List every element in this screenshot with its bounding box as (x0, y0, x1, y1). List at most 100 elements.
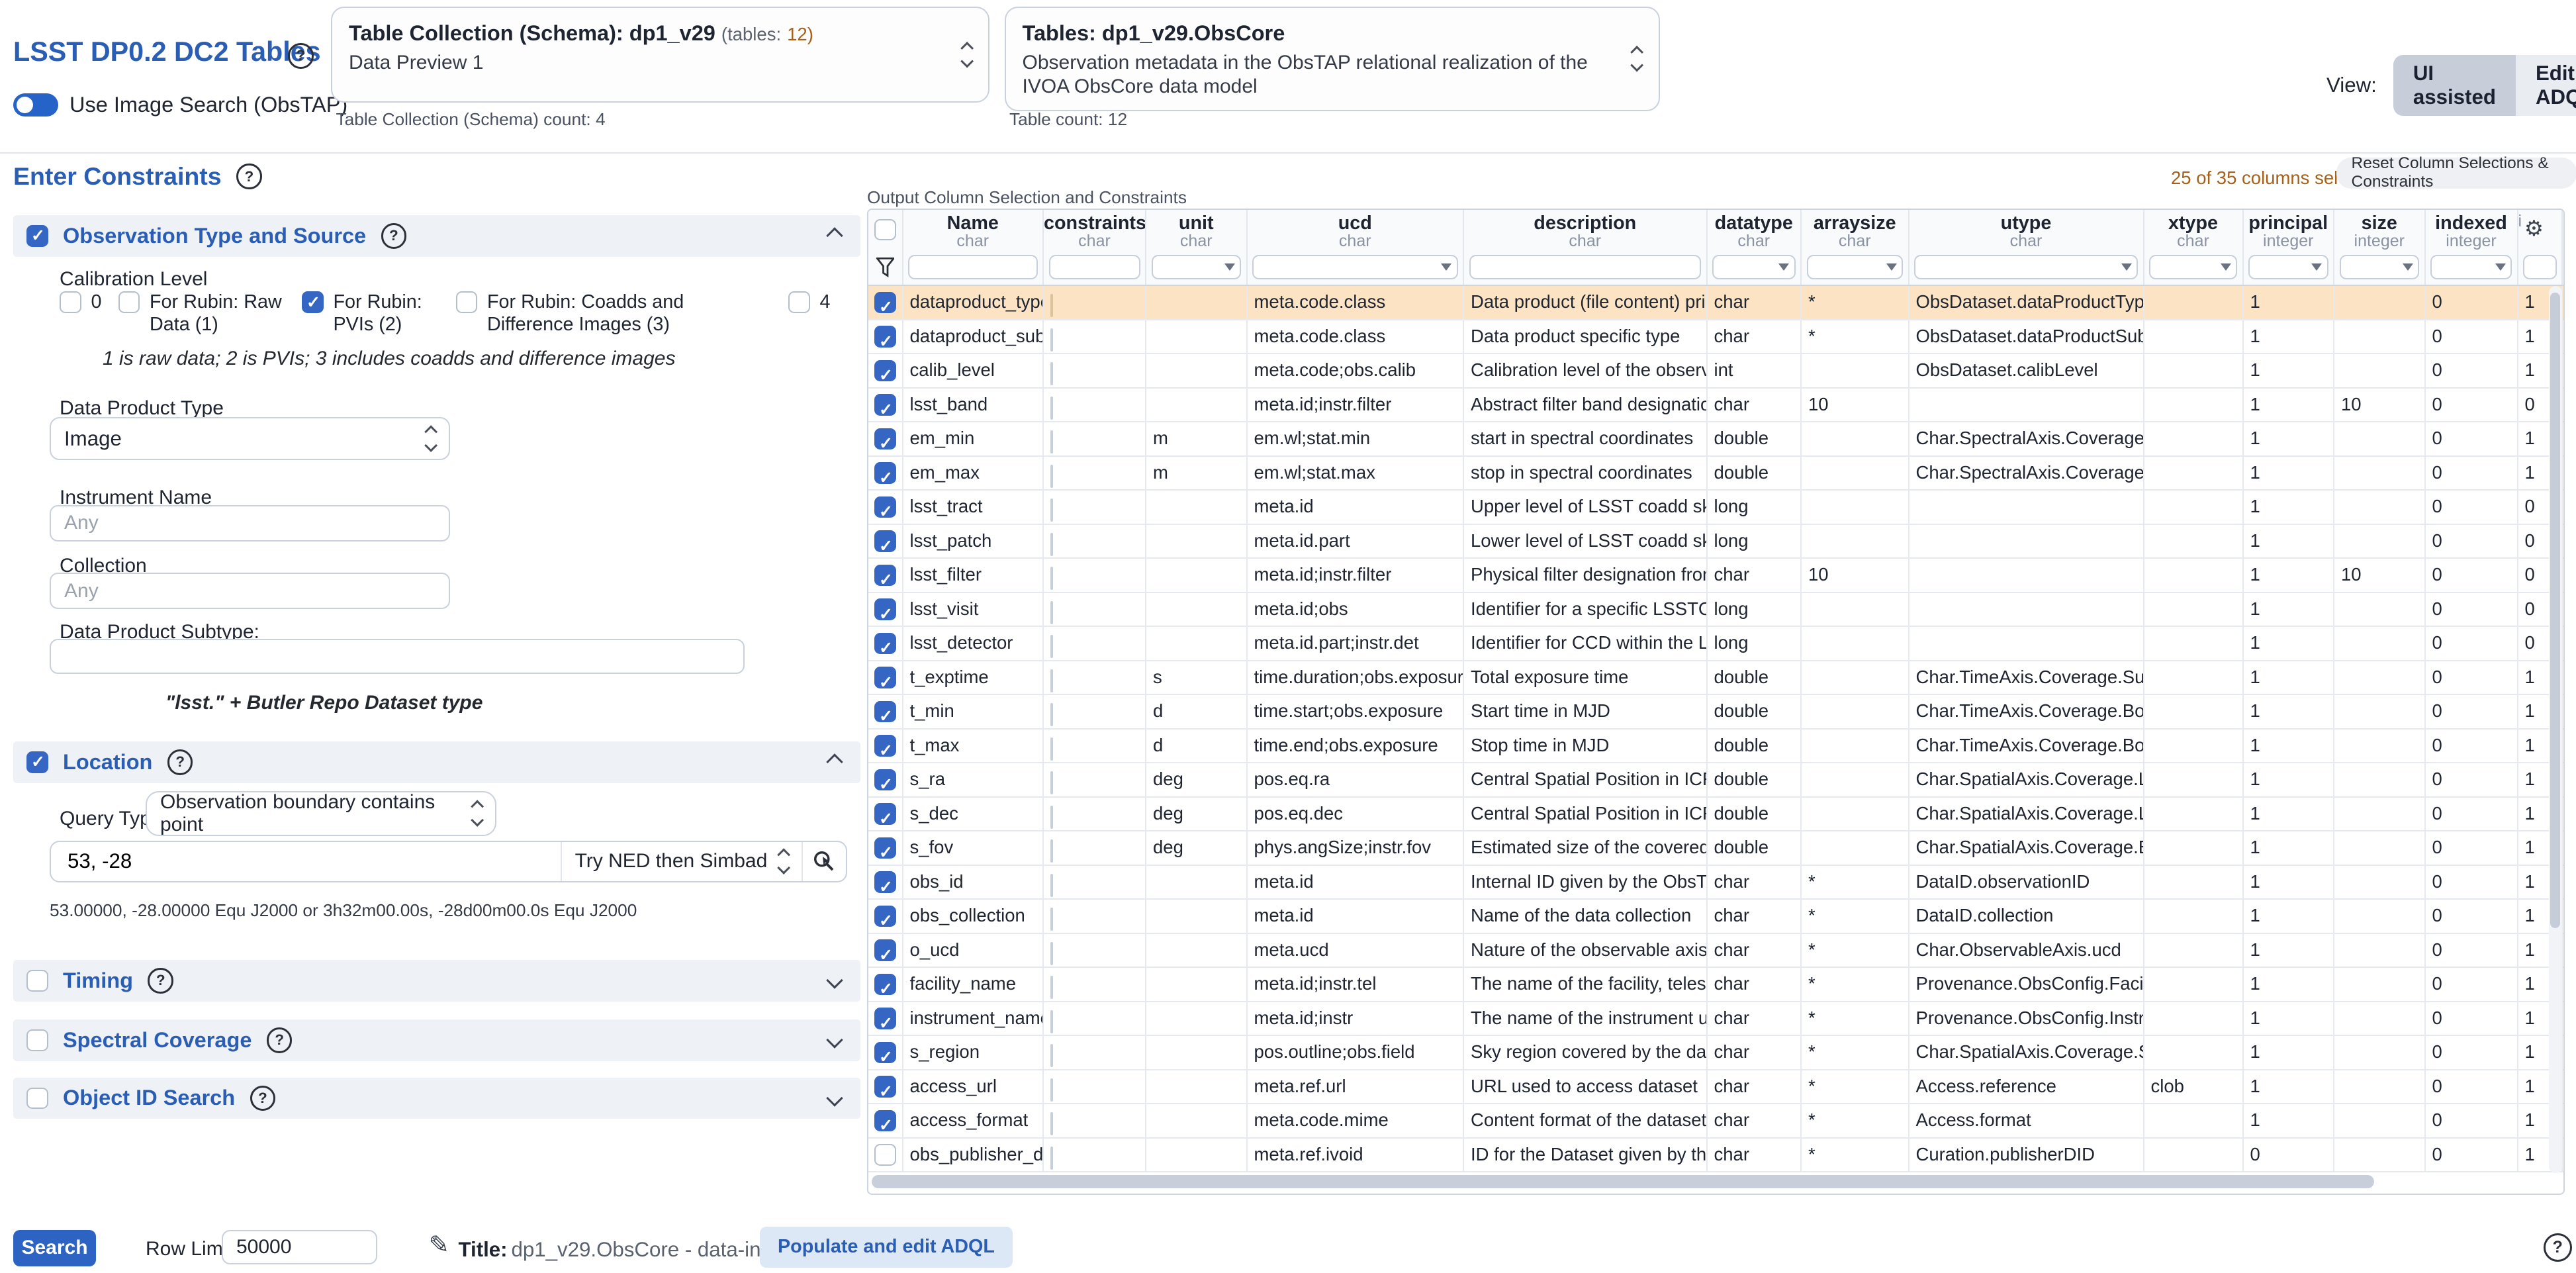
row-checkbox[interactable] (874, 1008, 896, 1029)
row-checkbox[interactable] (874, 428, 896, 450)
row-checkbox[interactable] (874, 974, 896, 996)
constraint-input[interactable] (1050, 294, 1053, 317)
row-checkbox[interactable] (874, 667, 896, 688)
calib-option-checkbox[interactable] (302, 291, 324, 313)
row-checkbox[interactable] (874, 292, 896, 314)
section-observation-type[interactable]: Observation Type and Source (13, 215, 860, 257)
row-checkbox[interactable] (874, 598, 896, 620)
column-header-indexed[interactable]: indexedinteger (2426, 210, 2518, 250)
horizontal-scrollbar-thumb[interactable] (872, 1175, 2374, 1188)
row-checkbox[interactable] (874, 496, 896, 518)
calib-option[interactable]: 4 (788, 291, 831, 314)
constraint-input[interactable] (1050, 1147, 1053, 1170)
filter-xtype[interactable] (2149, 255, 2237, 280)
constraint-input[interactable] (1050, 465, 1053, 488)
row-checkbox[interactable] (874, 939, 896, 961)
row-checkbox[interactable] (874, 906, 896, 927)
section-timing-checkbox[interactable] (26, 970, 48, 992)
row-checkbox[interactable] (874, 326, 896, 348)
position-input[interactable] (51, 849, 561, 873)
table-select-arrows-icon[interactable] (1632, 47, 1641, 70)
column-header-principal[interactable]: principalinteger (2244, 210, 2335, 250)
constraint-input[interactable] (1050, 1044, 1053, 1067)
calib-option-checkbox[interactable] (788, 291, 810, 313)
constraint-input[interactable] (1050, 806, 1053, 829)
section-observation-collapse-icon[interactable] (826, 228, 843, 244)
section-timing-expand-icon[interactable] (826, 972, 843, 989)
filter-datatype[interactable] (1712, 255, 1796, 280)
edit-title-pencil-icon[interactable]: ✎ (429, 1230, 449, 1259)
constraint-input[interactable] (1050, 1010, 1053, 1033)
data-product-type-select[interactable]: Image (50, 417, 450, 460)
constraint-input[interactable] (1050, 362, 1053, 385)
table-select[interactable]: Tables: dp1_v29.ObsCore Observation meta… (1005, 7, 1660, 111)
filter-arraysize[interactable] (1807, 255, 1904, 280)
section-objectid-help-icon[interactable] (250, 1086, 276, 1111)
constraint-input[interactable] (1050, 397, 1053, 420)
row-checkbox[interactable] (874, 803, 896, 825)
section-spectral-checkbox[interactable] (26, 1029, 48, 1051)
row-checkbox[interactable] (874, 1042, 896, 1064)
column-header-arraysize[interactable]: arraysizechar (1802, 210, 1909, 250)
row-checkbox[interactable] (874, 769, 896, 791)
column-header-Name[interactable]: Namechar (903, 210, 1044, 250)
filter-indexed[interactable] (2430, 255, 2512, 280)
constraint-input[interactable] (1050, 703, 1053, 726)
row-checkbox[interactable] (874, 1076, 896, 1098)
section-spectral-coverage[interactable]: Spectral Coverage (13, 1019, 860, 1061)
row-checkbox[interactable] (874, 462, 896, 484)
column-header-size[interactable]: sizeinteger (2334, 210, 2426, 250)
constraint-input[interactable] (1050, 908, 1053, 931)
filter-unit[interactable] (1152, 255, 1242, 280)
calib-option[interactable]: For Rubin: Raw Data (1) (118, 291, 286, 336)
schema-select[interactable]: Table Collection (Schema): dp1_v29 (tabl… (331, 7, 989, 103)
section-location-checkbox[interactable] (26, 751, 48, 773)
constraint-input[interactable] (1050, 839, 1053, 863)
constraint-input[interactable] (1050, 533, 1053, 556)
section-observation-help-icon[interactable] (381, 223, 407, 249)
view-edit-adql-button[interactable]: Edit ADQL (2516, 55, 2576, 116)
filter-column[interactable] (2523, 255, 2557, 280)
section-observation-checkbox[interactable] (26, 225, 48, 247)
column-header-ucd[interactable]: ucdchar (1248, 210, 1465, 250)
constraint-input[interactable] (1050, 976, 1053, 999)
filter-utype[interactable] (1914, 255, 2138, 280)
section-location-collapse-icon[interactable] (826, 754, 843, 771)
filter-ucd[interactable] (1252, 255, 1458, 280)
data-product-subtype-input[interactable] (50, 639, 745, 674)
constraint-input[interactable] (1050, 1112, 1053, 1135)
filter-principal[interactable] (2248, 255, 2328, 280)
filter-Name[interactable] (908, 255, 1038, 280)
schema-select-arrows-icon[interactable] (962, 43, 972, 66)
view-ui-assisted-button[interactable]: UI assisted (2393, 55, 2516, 116)
column-header-constraints[interactable]: constraintschar (1044, 210, 1146, 250)
constraint-input[interactable] (1050, 601, 1053, 624)
constraint-input[interactable] (1050, 635, 1053, 658)
section-object-id-search[interactable]: Object ID Search (13, 1078, 860, 1119)
row-checkbox[interactable] (874, 360, 896, 382)
constraint-input[interactable] (1050, 567, 1053, 590)
vertical-scrollbar[interactable] (2549, 286, 2562, 1173)
table-settings-gear-icon[interactable]: ⚙ (2524, 212, 2544, 245)
calib-option[interactable]: For Rubin: PVIs (2) (302, 291, 439, 336)
row-checkbox[interactable] (874, 1144, 896, 1166)
row-limit-input[interactable] (222, 1230, 377, 1265)
constraint-input[interactable] (1050, 737, 1053, 761)
filter-description[interactable] (1469, 255, 1702, 280)
column-header-unit[interactable]: unitchar (1146, 210, 1248, 250)
section-location[interactable]: Location (13, 741, 860, 783)
filter-size[interactable] (2340, 255, 2420, 280)
column-header-utype[interactable]: utypechar (1909, 210, 2144, 250)
select-all-checkbox[interactable] (874, 219, 896, 241)
row-checkbox[interactable] (874, 735, 896, 757)
image-search-toggle[interactable] (13, 93, 58, 117)
query-type-select[interactable]: Observation boundary contains point (146, 791, 496, 836)
row-checkbox[interactable] (874, 871, 896, 893)
constraint-input[interactable] (1050, 874, 1053, 897)
horizontal-scrollbar[interactable] (872, 1175, 2548, 1188)
constraint-input[interactable] (1050, 498, 1053, 522)
calib-option[interactable]: For Rubin: Coadds and Difference Images … (456, 291, 772, 336)
instrument-name-input[interactable] (50, 505, 450, 542)
reset-columns-button[interactable]: Reset Column Selections & Constraints (2336, 158, 2576, 189)
constraint-input[interactable] (1050, 942, 1053, 965)
